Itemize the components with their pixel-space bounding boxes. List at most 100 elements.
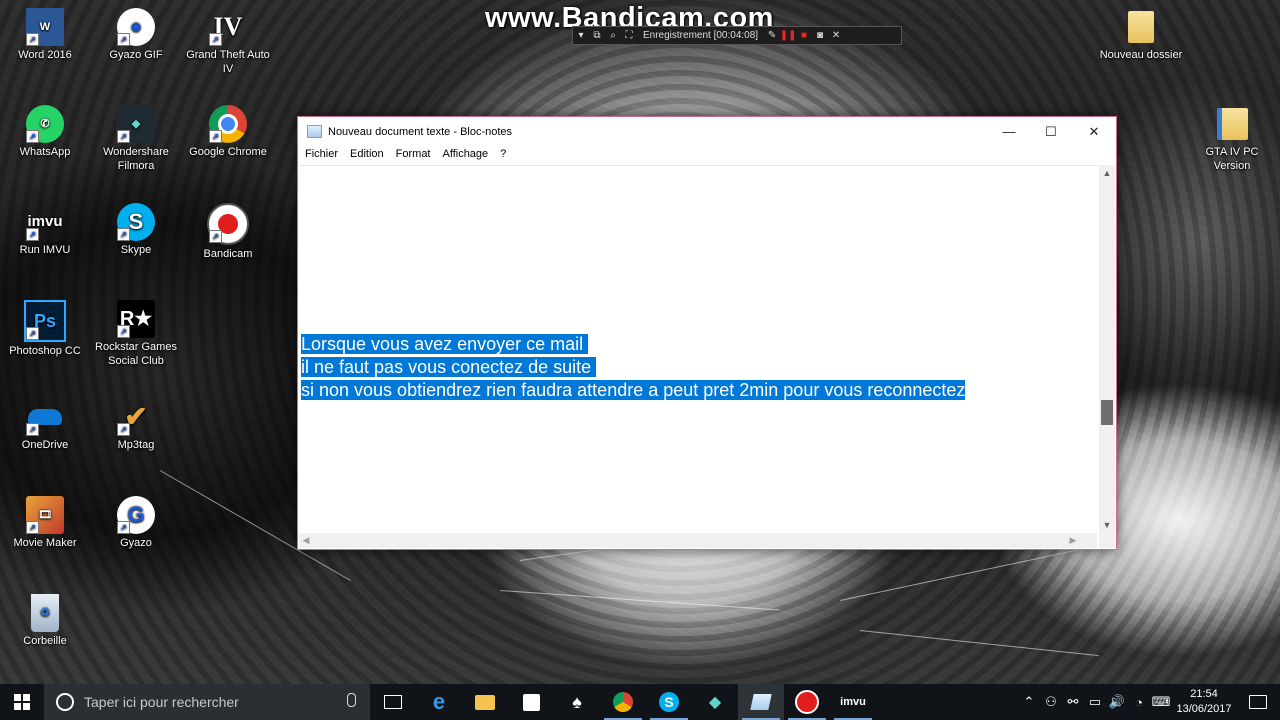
desktop-icon-filmora[interactable]: ◆ ↗ Wondershare Filmora	[91, 105, 181, 173]
task-view-icon	[384, 695, 402, 709]
desktop-icon-bandicam[interactable]: ↗ Bandicam	[183, 203, 273, 261]
desktop-icon-label: Word 2016	[18, 49, 72, 61]
scrollbar-corner	[1099, 533, 1115, 548]
taskbar-bandicam[interactable]	[784, 684, 830, 720]
rockstar-icon: R★ ↗	[117, 300, 155, 338]
recording-status: Enregistrement [00:04:08]	[643, 30, 759, 41]
task-view-button[interactable]	[370, 684, 416, 720]
desktop-icon-label: Movie Maker	[13, 537, 77, 549]
wallpaper-whisker	[859, 630, 1099, 657]
fullscreen-icon[interactable]: ⛶	[621, 29, 637, 43]
taskbar-skype[interactable]: S	[646, 684, 692, 720]
file-explorer-icon	[475, 694, 495, 710]
desktop-icon-label: Wondershare Filmora	[103, 146, 169, 172]
wallpaper-whisker	[839, 545, 1095, 601]
taskbar-edge[interactable]: e	[416, 684, 462, 720]
close-button[interactable]: ✕	[1072, 117, 1116, 146]
keyboard-icon[interactable]: ⌨	[1150, 694, 1172, 710]
scroll-up-arrow[interactable]: ▲	[1099, 165, 1115, 181]
desktop-icon-gta-iv[interactable]: IV ↗ Grand Theft Auto IV	[183, 8, 273, 76]
taskbar-store[interactable]	[508, 684, 554, 720]
desktop-icon-imvu[interactable]: imvu ↗ Run IMVU	[0, 203, 90, 257]
clock-date: 13/06/2017	[1176, 703, 1232, 715]
gyazo-gif-icon: ◉ ↗	[117, 8, 155, 46]
notification-icon	[1249, 695, 1267, 709]
desktop-icon-mp3tag[interactable]: ✔ ↗ Mp3tag	[91, 398, 181, 452]
desktop-icon-label: Gyazo	[120, 537, 152, 549]
desktop-icon-onedrive[interactable]: ↗ OneDrive	[0, 398, 90, 452]
maximize-button[interactable]: ☐	[1029, 117, 1073, 146]
desktop-icon-rockstar[interactable]: R★ ↗ Rockstar Games Social Club	[91, 300, 181, 368]
desktop-icon-new-folder[interactable]: Nouveau dossier	[1096, 8, 1186, 62]
camera-icon[interactable]: ◙	[812, 29, 828, 43]
menu-format[interactable]: Format	[391, 146, 438, 163]
cards-icon: ♠	[572, 691, 582, 712]
battery-icon[interactable]: ▭	[1084, 694, 1106, 710]
taskbar-search[interactable]: Taper ici pour rechercher	[44, 684, 370, 720]
volume-icon[interactable]: 🔊	[1106, 694, 1128, 710]
bandicam-toolbar[interactable]: ▾ ⧉ ⌕ ⛶ Enregistrement [00:04:08] ✎ ❚❚ ■…	[572, 26, 902, 45]
desktop-icon-skype[interactable]: S ↗ Skype	[91, 203, 181, 257]
desktop-icon-movie-maker[interactable]: 🎞 ↗ Movie Maker	[0, 496, 90, 550]
desktop-icon-word[interactable]: W ↗ Word 2016	[0, 8, 90, 62]
desktop-icon-gyazo[interactable]: G ↗ Gyazo	[91, 496, 181, 550]
close-icon[interactable]: ✕	[828, 29, 844, 43]
microphone-icon[interactable]	[347, 693, 356, 707]
notepad-icon	[750, 694, 772, 710]
taskbar-file-explorer[interactable]	[462, 684, 508, 720]
scroll-right-arrow[interactable]: ▶	[1066, 533, 1080, 548]
menu-help[interactable]: ?	[495, 146, 513, 163]
taskbar-notepad[interactable]	[738, 684, 784, 720]
desktop-icon-label: Rockstar Games Social Club	[95, 341, 177, 367]
desktop-icon-label: Gyazo GIF	[109, 49, 163, 61]
clock-time: 21:54	[1190, 688, 1218, 700]
chevron-up-icon[interactable]: ⌃	[1018, 694, 1040, 710]
desktop-icon-photoshop[interactable]: Ps ↗ Photoshop CC	[0, 300, 90, 358]
vertical-scrollbar[interactable]: ▲ ▼	[1099, 165, 1115, 533]
desktop-icon-chrome[interactable]: ↗ Google Chrome	[183, 105, 273, 159]
edge-icon: e	[432, 689, 446, 714]
pause-icon[interactable]: ❚❚	[780, 29, 797, 43]
horizontal-scrollbar[interactable]: ◀ ▶	[299, 533, 1097, 548]
bandicam-icon: ↗	[207, 203, 249, 245]
filmora-icon: ◆	[708, 694, 722, 711]
menu-edition[interactable]: Edition	[345, 146, 391, 163]
desktop-icon-gta-iv-pc[interactable]: GTA IV PC Version	[1187, 105, 1277, 173]
selected-text[interactable]: Lorsque vous avez envoyer ce mail il ne …	[301, 333, 966, 402]
minimize-button[interactable]: —	[987, 117, 1031, 146]
desktop-icon-whatsapp[interactable]: ✆ ↗ WhatsApp	[0, 105, 90, 159]
desktop-icon-gyazo-gif[interactable]: ◉ ↗ Gyazo GIF	[91, 8, 181, 62]
notepad-window[interactable]: Nouveau document texte - Bloc-notes — ☐ …	[297, 116, 1117, 550]
scrollbar-thumb[interactable]	[1101, 400, 1113, 425]
text-line: Lorsque vous avez envoyer ce mail	[301, 334, 589, 354]
search-icon[interactable]: ⌕	[605, 29, 621, 43]
desktop-icon-recycle-bin[interactable]: ♻ Corbeille	[0, 594, 90, 648]
menu-fichier[interactable]: Fichier	[300, 146, 345, 163]
clock[interactable]: 21:54 13/06/2017	[1172, 687, 1236, 717]
action-center-button[interactable]	[1236, 684, 1280, 720]
notepad-text-area[interactable]: Lorsque vous avez envoyer ce mail il ne …	[299, 165, 1097, 534]
menu-affichage[interactable]: Affichage	[438, 146, 496, 163]
taskbar-filmora[interactable]: ◆	[692, 684, 738, 720]
taskbar-solitaire[interactable]: ♠	[554, 684, 600, 720]
desktop-icon-label: WhatsApp	[19, 146, 71, 158]
scroll-left-arrow[interactable]: ◀	[299, 533, 313, 548]
start-button[interactable]	[0, 684, 44, 720]
folder-icon	[1122, 8, 1160, 46]
pencil-icon[interactable]: ✎	[764, 29, 780, 43]
taskbar-chrome[interactable]	[600, 684, 646, 720]
stop-icon[interactable]: ■	[796, 29, 812, 43]
desktop-icon-label: Nouveau dossier	[1099, 49, 1183, 61]
imvu-icon: imvu	[840, 696, 866, 708]
network-icon[interactable]: ⚯	[1062, 694, 1084, 710]
notepad-title: Nouveau document texte - Bloc-notes	[328, 125, 513, 138]
chrome-icon: ↗	[209, 105, 247, 143]
taskbar: Taper ici pour rechercher e ♠ S ◆ imvu ⌃…	[0, 684, 1280, 720]
taskbar-imvu[interactable]: imvu	[830, 684, 876, 720]
window-mode-icon[interactable]: ⧉	[589, 29, 605, 43]
scroll-down-arrow[interactable]: ▼	[1099, 517, 1115, 533]
people-icon[interactable]: ⚇	[1040, 694, 1062, 710]
wifi-icon[interactable]: ◔	[1128, 695, 1150, 710]
notepad-titlebar[interactable]: Nouveau document texte - Bloc-notes — ☐ …	[298, 117, 1116, 146]
chevron-down-icon[interactable]: ▾	[573, 29, 589, 43]
